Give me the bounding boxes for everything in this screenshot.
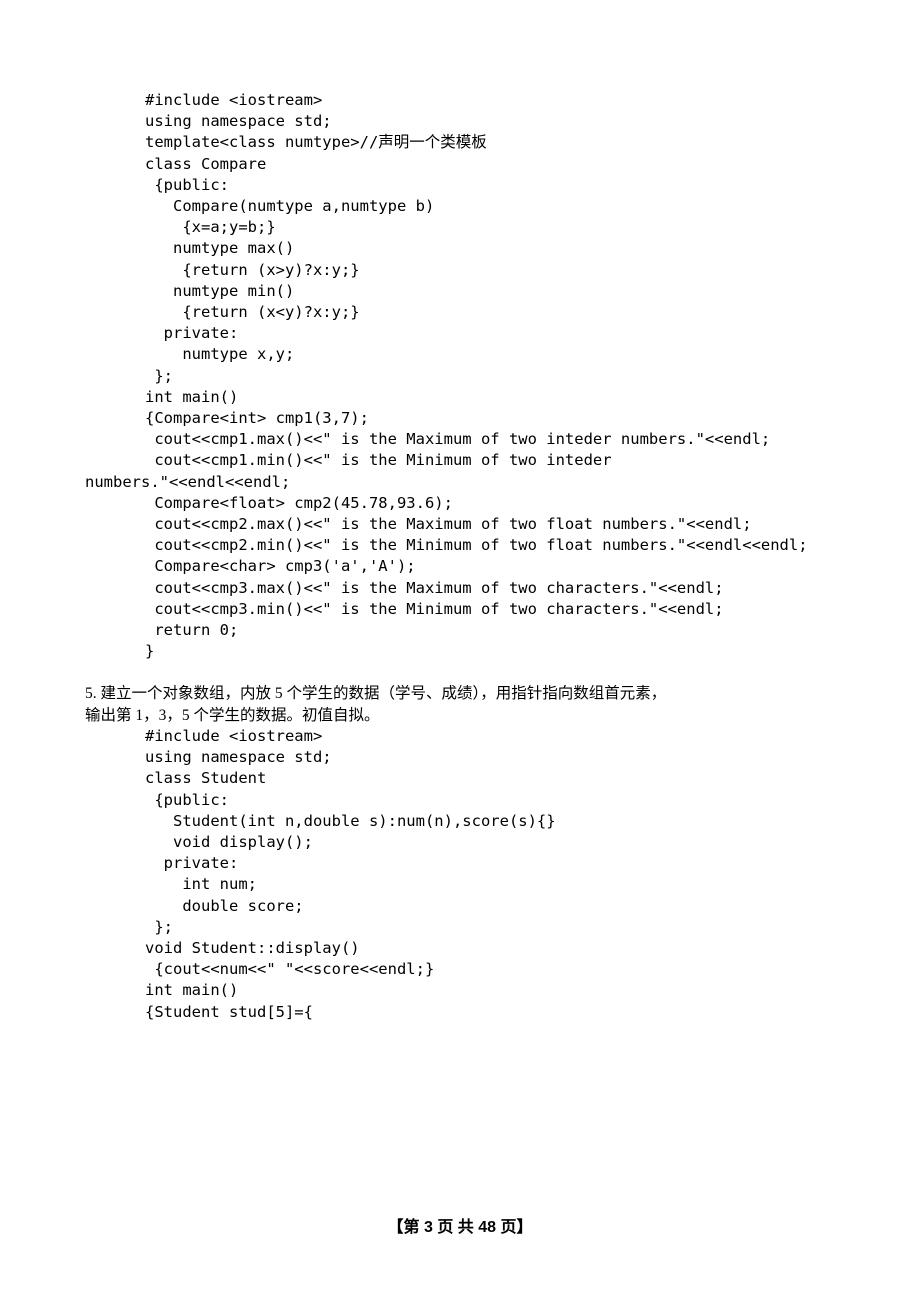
code-line: cout<<cmp3.max()<<" is the Maximum of tw… — [85, 578, 835, 599]
code-line: void display(); — [85, 832, 835, 853]
code-line: } — [85, 641, 835, 662]
code-line: #include <iostream> — [85, 726, 835, 747]
question-5: 5. 建立一个对象数组，内放 5 个学生的数据（学号、成绩），用指针指向数组首元… — [85, 683, 835, 725]
code-line: {Student stud[5]={ — [85, 1002, 835, 1023]
code-line: }; — [85, 917, 835, 938]
code-line: return 0; — [85, 620, 835, 641]
code-line: cout<<cmp3.min()<<" is the Minimum of tw… — [85, 599, 835, 620]
code-line: Compare(numtype a,numtype b) — [85, 196, 835, 217]
code-line: {Compare<int> cmp1(3,7); — [85, 408, 835, 429]
code-line: numtype min() — [85, 281, 835, 302]
code-line: Student(int n,double s):num(n),score(s){… — [85, 811, 835, 832]
code-line: cout<<cmp2.max()<<" is the Maximum of tw… — [85, 514, 835, 535]
code-line: {return (x<y)?x:y;} — [85, 302, 835, 323]
code-line: private: — [85, 853, 835, 874]
code-line: double score; — [85, 896, 835, 917]
code-line: using namespace std; — [85, 747, 835, 768]
code-line: Compare<float> cmp2(45.78,93.6); — [85, 493, 835, 514]
code-line: int main() — [85, 980, 835, 1001]
code-line: cout<<cmp2.min()<<" is the Minimum of tw… — [85, 535, 835, 556]
code-line: class Student — [85, 768, 835, 789]
code-line: Compare<char> cmp3('a','A'); — [85, 556, 835, 577]
code-line: {public: — [85, 175, 835, 196]
code-line: int main() — [85, 387, 835, 408]
code-line: {cout<<num<<" "<<score<<endl;} — [85, 959, 835, 980]
question-text-line: 输出第 1，3，5 个学生的数据。初值自拟。 — [85, 705, 835, 726]
code-line: using namespace std; — [85, 111, 835, 132]
page-content: #include <iostream> using namespace std;… — [0, 0, 920, 1023]
code-line: int num; — [85, 874, 835, 895]
code-line: void Student::display() — [85, 938, 835, 959]
code-line: #include <iostream> — [85, 90, 835, 111]
code-line: {public: — [85, 790, 835, 811]
code-line: {x=a;y=b;} — [85, 217, 835, 238]
code-line: }; — [85, 366, 835, 387]
code-line: private: — [85, 323, 835, 344]
code-line: cout<<cmp1.min()<<" is the Minimum of tw… — [85, 450, 835, 471]
code-line: class Compare — [85, 154, 835, 175]
question-text-line: 5. 建立一个对象数组，内放 5 个学生的数据（学号、成绩），用指针指向数组首元… — [85, 683, 835, 704]
code-line: numbers."<<endl<<endl; — [85, 472, 835, 493]
code-line: template<class numtype>//声明一个类模板 — [85, 132, 835, 153]
code-line: cout<<cmp1.max()<<" is the Maximum of tw… — [85, 429, 835, 450]
code-line: numtype max() — [85, 238, 835, 259]
code-line: numtype x,y; — [85, 344, 835, 365]
page-footer: 【第 3 页 共 48 页】 — [0, 1213, 920, 1237]
code-line: {return (x>y)?x:y;} — [85, 260, 835, 281]
